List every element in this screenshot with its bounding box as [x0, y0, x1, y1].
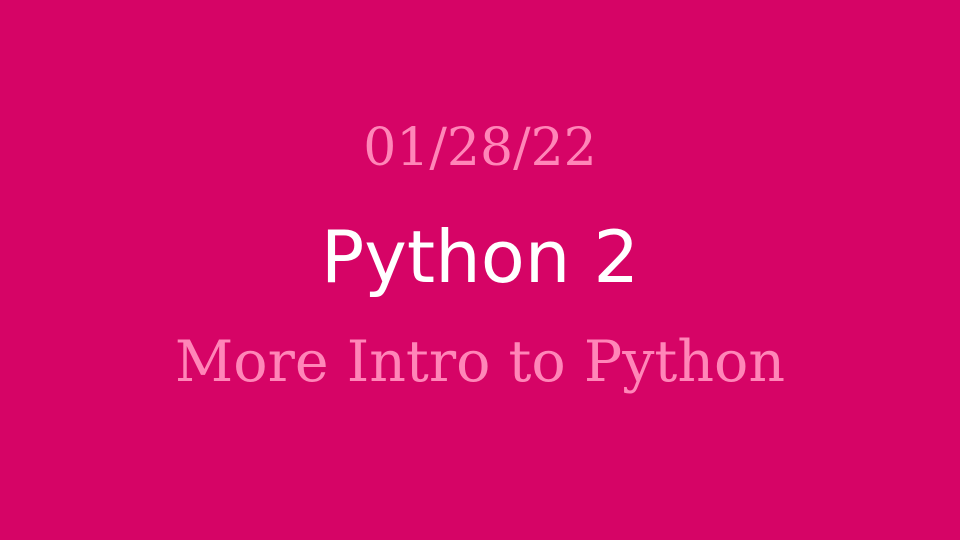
slide-date: 01/28/22 [363, 118, 597, 178]
title-slide: 01/28/22 Python 2 More Intro to Python [0, 0, 960, 540]
slide-title: Python 2 [320, 215, 640, 299]
slide-subtitle: More Intro to Python [174, 329, 786, 395]
